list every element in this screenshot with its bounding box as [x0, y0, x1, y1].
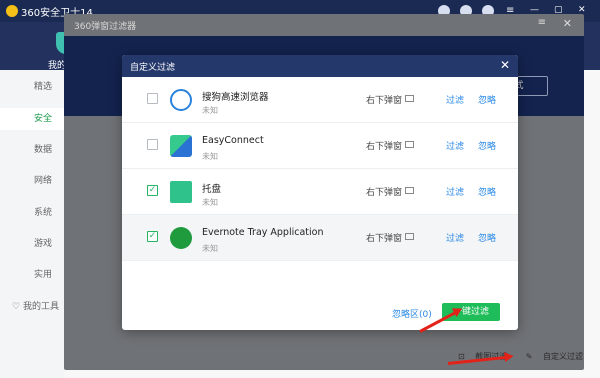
- app-name: 托盘: [202, 184, 222, 195]
- row-checkbox[interactable]: ✓: [147, 231, 158, 242]
- image-icon[interactable]: [405, 233, 414, 240]
- dialog-title: 自定义过滤: [130, 63, 176, 73]
- sidebar-item-security[interactable]: 安全: [0, 108, 64, 130]
- close-icon[interactable]: ✕: [563, 17, 572, 30]
- popup-position: 右下弹窗: [366, 96, 403, 106]
- popup-position: 右下弹窗: [366, 234, 403, 244]
- filter-link[interactable]: 过滤: [446, 185, 464, 198]
- filter-link[interactable]: 过滤: [446, 93, 464, 106]
- filter-link[interactable]: 过滤: [446, 231, 464, 244]
- app-name: Evernote Tray Application: [202, 227, 324, 238]
- table-row: ✓ 托盘 未知 右下弹窗 过滤 忽略: [122, 169, 518, 215]
- arrow-head: [504, 351, 515, 363]
- close-icon[interactable]: ✕: [500, 58, 510, 72]
- custom-filter-dialog: 自定义过滤 ✕ 搜狗高速浏览器 未知 右下弹窗 过滤 忽略 EasyConnec…: [122, 55, 518, 330]
- ignore-link[interactable]: 忽略: [478, 185, 496, 198]
- evernote-icon: [170, 227, 192, 249]
- ignore-link[interactable]: 忽略: [478, 231, 496, 244]
- row-checkbox[interactable]: [147, 93, 158, 104]
- app-publisher: 未知: [202, 244, 218, 253]
- custom-filter-link[interactable]: ✎ 自定义过滤: [518, 352, 583, 361]
- ignored-area-link[interactable]: 忽略区(0): [392, 307, 432, 320]
- sidebar-item-utilities[interactable]: 实用: [0, 264, 64, 286]
- sogou-browser-icon: [170, 89, 192, 111]
- row-checkbox[interactable]: [147, 139, 158, 150]
- ignore-link[interactable]: 忽略: [478, 93, 496, 106]
- sidebar-item-network[interactable]: 网络: [0, 170, 64, 192]
- table-row: ✓ Evernote Tray Application 未知 右下弹窗 过滤 忽…: [122, 215, 518, 261]
- ignore-link[interactable]: 忽略: [478, 139, 496, 152]
- easyconnect-icon: [170, 135, 192, 157]
- table-row: 搜狗高速浏览器 未知 右下弹窗 过滤 忽略: [122, 77, 518, 123]
- sidebar-item-system[interactable]: 系统: [0, 202, 64, 224]
- 360-logo-icon: [6, 5, 18, 17]
- image-icon[interactable]: [405, 95, 414, 102]
- tray-app-icon: [170, 181, 192, 203]
- sidebar: 精选 安全 数据 网络 系统 游戏 实用 ♡ 我的工具: [0, 70, 64, 378]
- app-publisher: 未知: [202, 198, 218, 207]
- image-icon[interactable]: [405, 141, 414, 148]
- dialog-titlebar: 自定义过滤 ✕: [122, 55, 518, 77]
- app-name: 搜狗高速浏览器: [202, 92, 269, 103]
- app-publisher: 未知: [202, 106, 218, 115]
- sidebar-item-data[interactable]: 数据: [0, 139, 64, 161]
- image-icon[interactable]: [405, 187, 414, 194]
- sidebar-item-games[interactable]: 游戏: [0, 233, 64, 255]
- app-publisher: 未知: [202, 152, 218, 161]
- popup-position: 右下弹窗: [366, 188, 403, 198]
- app-name: EasyConnect: [202, 135, 264, 146]
- sidebar-item-label: 我的工具: [22, 302, 59, 312]
- custom-filter-label: 自定义过滤: [543, 352, 584, 361]
- row-checkbox[interactable]: ✓: [147, 185, 158, 196]
- filter-link[interactable]: 过滤: [446, 139, 464, 152]
- minimize-icon[interactable]: ≡: [538, 17, 546, 28]
- sidebar-item-my-tools[interactable]: ♡ 我的工具: [0, 296, 64, 318]
- pencil-icon: ✎: [525, 352, 533, 361]
- popup-position: 右下弹窗: [366, 142, 403, 152]
- sidebar-item-featured[interactable]: 精选: [0, 76, 64, 98]
- table-row: EasyConnect 未知 右下弹窗 过滤 忽略: [122, 123, 518, 169]
- heart-icon: ♡: [12, 302, 21, 312]
- popup-filter-title: 360弹窗过滤器: [74, 22, 137, 32]
